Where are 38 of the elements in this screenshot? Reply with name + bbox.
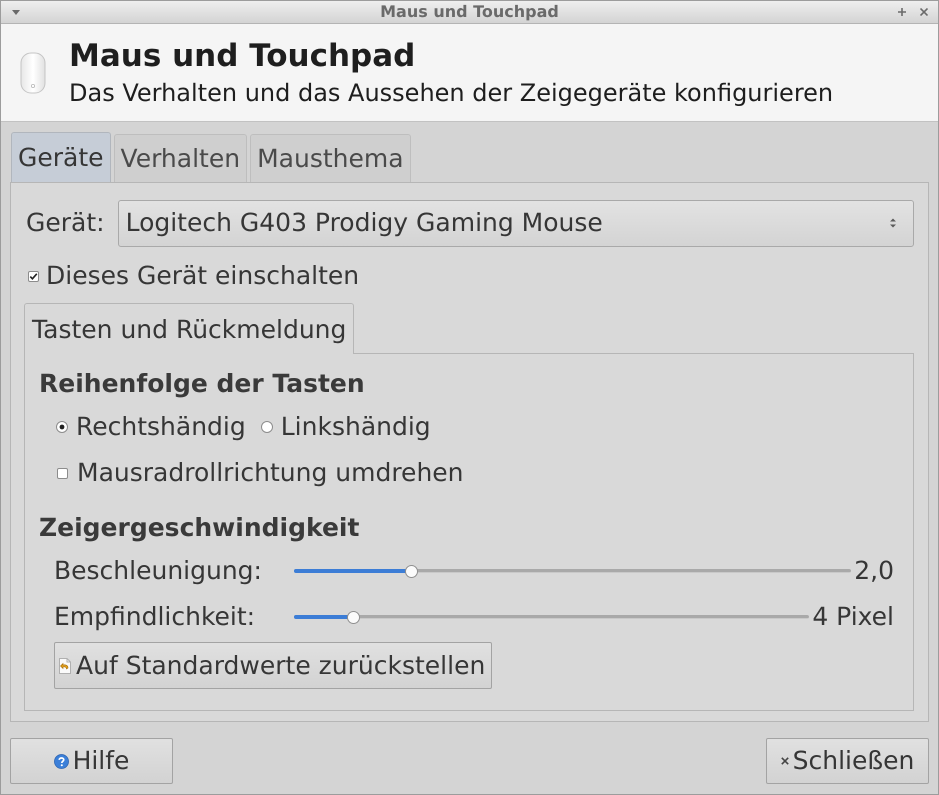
field-label: Gerät: — [26, 207, 105, 240]
radio-button[interactable] — [260, 421, 273, 433]
section-heading: Reihenfolge der Tasten — [39, 368, 366, 400]
radio-label[interactable]: Linkshändig — [280, 408, 431, 446]
tab[interactable]: Tasten und Rückmeldung — [24, 303, 354, 354]
tab[interactable]: Mausthema — [250, 134, 411, 182]
document-arrow-icon — [59, 658, 71, 674]
caret-down-icon[interactable] — [12, 10, 20, 14]
reset-button[interactable]: Auf Standardwerte zurückstellen — [54, 642, 492, 689]
tab[interactable]: Verhalten — [114, 134, 248, 182]
help-button[interactable]: Hilfe — [10, 738, 173, 784]
close-icon — [780, 757, 789, 765]
slider-thumb[interactable] — [347, 611, 360, 624]
slider-track[interactable] — [294, 610, 810, 624]
checkbox[interactable] — [57, 468, 68, 478]
checkbox[interactable] — [28, 270, 39, 282]
slider-value: 2,0 — [854, 555, 894, 588]
window-title: Maus und Touchpad — [380, 4, 559, 20]
slider-label: Empfindlichkeit: — [54, 601, 256, 634]
slider-thumb[interactable] — [405, 565, 418, 578]
mouse-icon — [20, 52, 46, 94]
device-dropdown[interactable]: Logitech G403 Prodigy Gaming Mouse — [118, 200, 914, 246]
header-title: Maus und Touchpad — [69, 36, 416, 76]
close-icon[interactable] — [920, 8, 928, 16]
radio-label[interactable]: Rechtshändig — [76, 408, 246, 446]
close-button[interactable]: Schließen — [766, 738, 929, 784]
slider-value: 4 Pixel — [812, 601, 894, 634]
plus-icon[interactable] — [898, 8, 906, 16]
tab[interactable]: Geräte — [11, 132, 111, 182]
checkbox-label[interactable]: Dieses Gerät einschalten — [46, 257, 360, 295]
radio-button[interactable] — [56, 421, 68, 433]
slider-track[interactable] — [294, 564, 852, 578]
section-heading: Zeigergeschwindigkeit — [39, 512, 360, 544]
help-icon — [54, 754, 69, 768]
slider-label: Beschleunigung: — [54, 555, 263, 588]
header-subtitle: Das Verhalten und das Aussehen der Zeigegeräte konfigurieren — [69, 78, 834, 108]
updown-caret-icon — [890, 218, 896, 228]
checkbox-label[interactable]: Mausradrollrichtung umdrehen — [77, 454, 464, 492]
